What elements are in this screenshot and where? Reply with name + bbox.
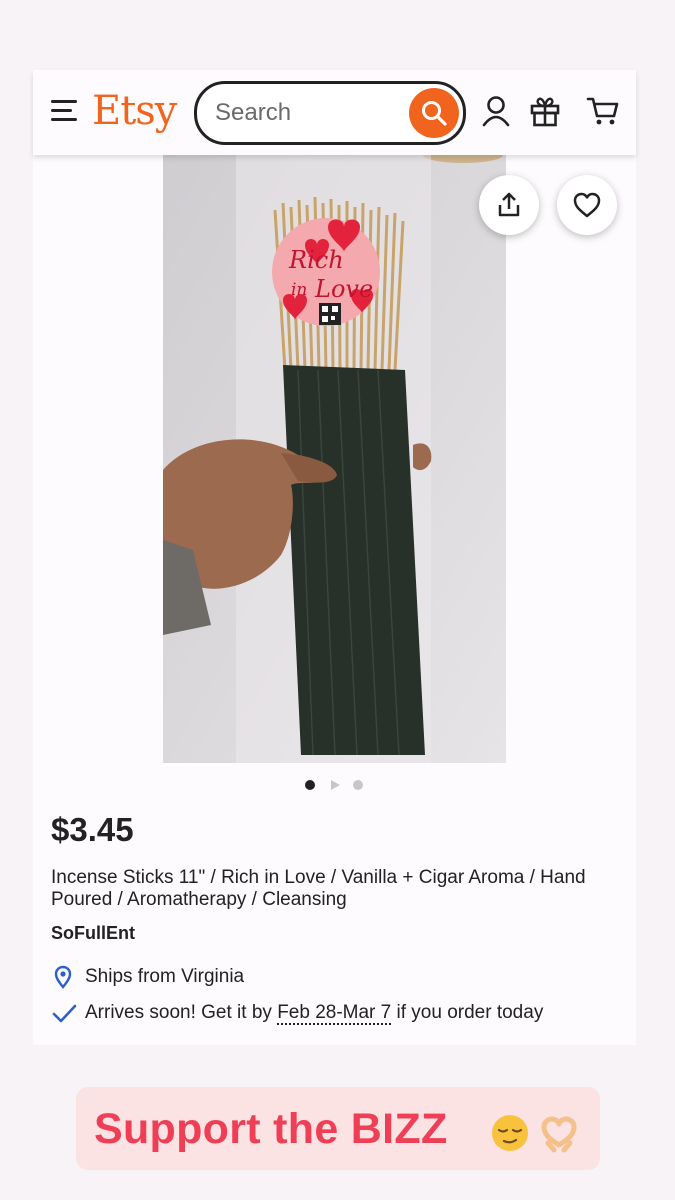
- arrival-dates[interactable]: Feb 28-Mar 7: [277, 1002, 392, 1025]
- svg-text:in: in: [291, 280, 307, 300]
- search-button[interactable]: [409, 88, 459, 138]
- favorite-heart-icon: [573, 192, 601, 218]
- product-title: Incense Sticks 11" / Rich in Love / Vani…: [51, 867, 586, 910]
- arrival-text: Arrives soon! Get it by Feb 28-Mar 7 if …: [85, 1002, 544, 1025]
- ships-from-text: Ships from Virginia: [85, 966, 245, 987]
- check-icon: [52, 1004, 77, 1023]
- search-icon: [422, 101, 447, 126]
- product-image[interactable]: Rich in Love: [163, 155, 506, 763]
- share-button[interactable]: [479, 175, 539, 235]
- etsy-header: Etsy Search: [33, 70, 636, 155]
- search-input[interactable]: Search: [194, 81, 466, 145]
- relieved-face-icon: [492, 1115, 528, 1151]
- caption-text: Support the BIZZ: [94, 1105, 448, 1153]
- arrival-suffix: if you order today: [391, 1002, 544, 1023]
- shop-name-link[interactable]: SoFullEnt: [51, 923, 135, 944]
- search-placeholder: Search: [215, 99, 292, 126]
- pagination-dot-active[interactable]: [305, 780, 315, 790]
- favorite-button[interactable]: [557, 175, 617, 235]
- pagination-dot[interactable]: [353, 780, 363, 790]
- arrival-prefix: Arrives soon! Get it by: [85, 1002, 278, 1023]
- product-price: $3.45: [51, 811, 134, 848]
- heart-hands-icon: [541, 1116, 577, 1153]
- svg-text:Love: Love: [314, 275, 373, 303]
- gift-icon[interactable]: [529, 95, 561, 127]
- share-icon: [498, 192, 520, 217]
- sticker-text: Rich: [288, 246, 344, 274]
- incense-photo: Rich in Love: [163, 155, 506, 763]
- listing-card: Etsy Search Rich in Love $3.45 Incense S…: [33, 70, 636, 1045]
- account-icon[interactable]: [481, 95, 511, 127]
- location-pin-icon: [54, 965, 72, 989]
- menu-icon[interactable]: [51, 100, 79, 122]
- video-play-icon[interactable]: [329, 779, 341, 791]
- story-caption: Support the BIZZ: [76, 1087, 600, 1170]
- cart-icon[interactable]: [586, 95, 620, 127]
- etsy-logo[interactable]: Etsy: [92, 88, 177, 134]
